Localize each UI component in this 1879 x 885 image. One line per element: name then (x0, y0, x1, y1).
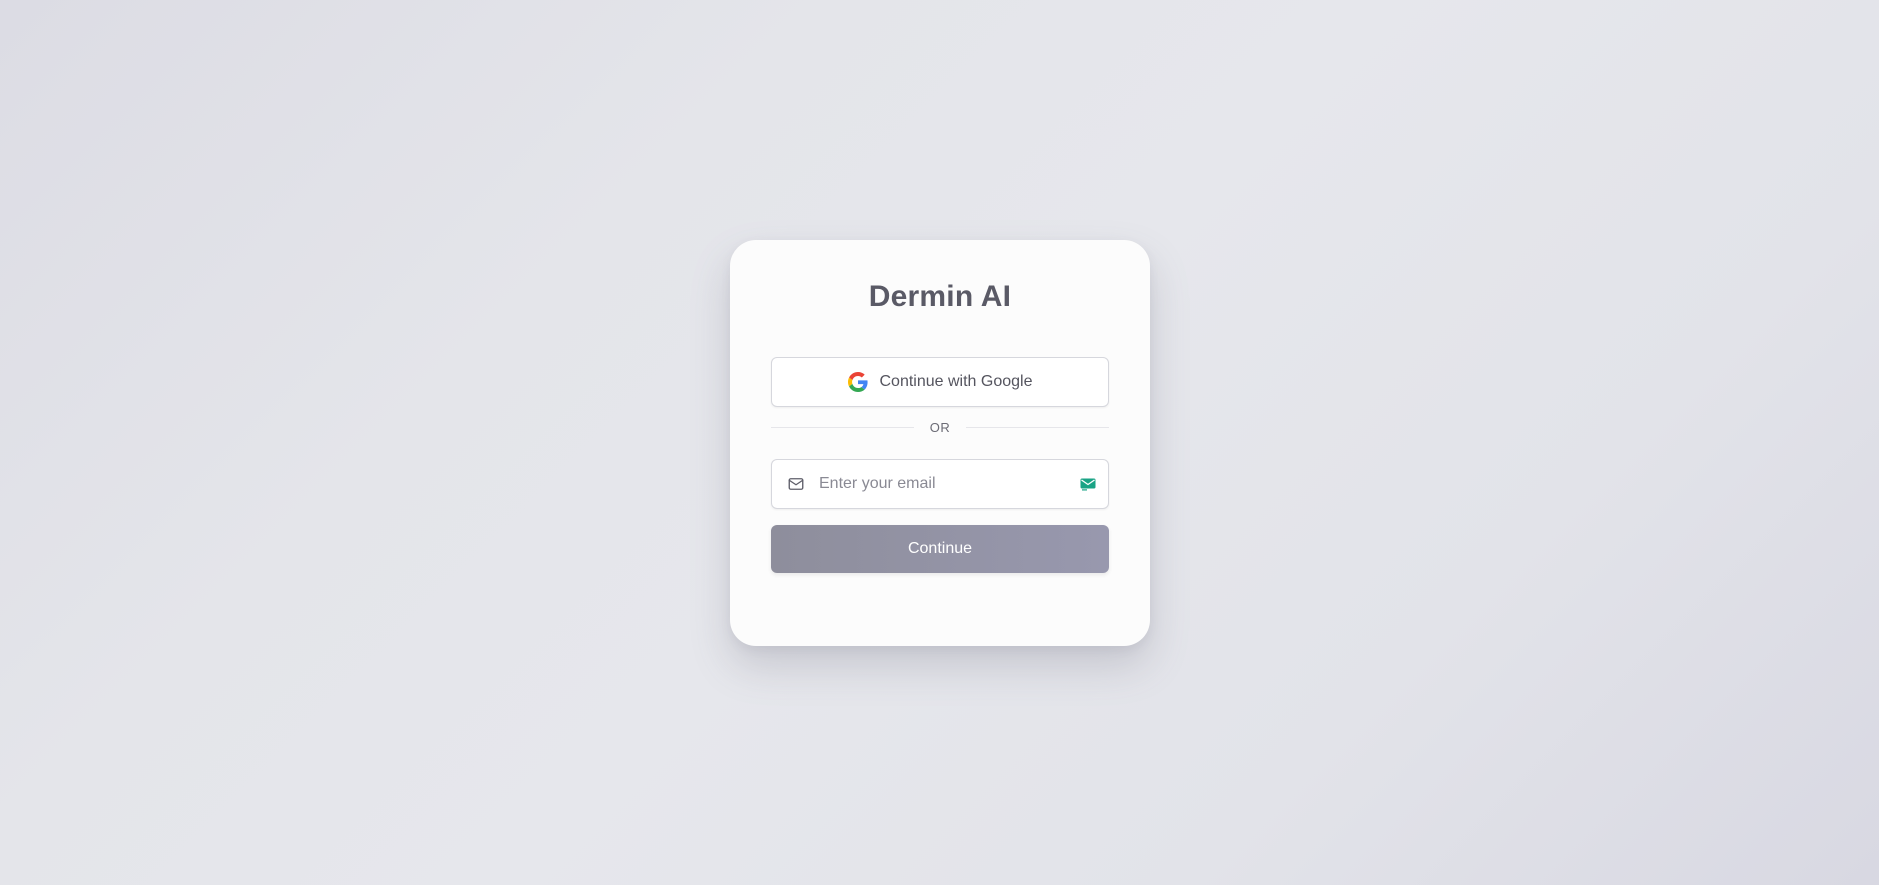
email-input[interactable] (817, 459, 1080, 509)
divider-line-left (771, 426, 914, 428)
email-autofill-icon[interactable] (1080, 477, 1096, 491)
continue-with-google-label: Continue with Google (879, 373, 1033, 390)
email-field-wrapper[interactable] (771, 459, 1109, 509)
mail-icon (787, 475, 805, 493)
continue-button[interactable]: Continue (771, 525, 1109, 573)
or-divider: OR (771, 415, 1109, 439)
google-g-icon (847, 372, 868, 392)
divider-line-right (966, 426, 1109, 428)
app-title: Dermin AI (868, 280, 1012, 313)
continue-with-google-button[interactable]: Continue with Google (771, 357, 1109, 407)
or-label: OR (929, 419, 951, 435)
login-card: Dermin AI Continue with Google OR Enter … (730, 240, 1150, 646)
